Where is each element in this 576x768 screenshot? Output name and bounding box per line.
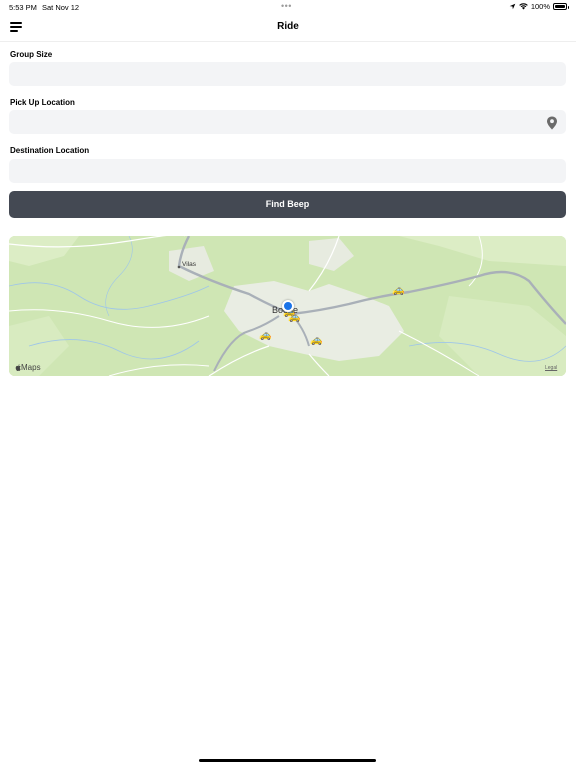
multitasking-dots-icon[interactable]: ••• [281, 1, 292, 11]
pickup-location-field[interactable] [9, 110, 566, 134]
battery-percent: 100% [530, 2, 550, 11]
nav-bar: Ride [0, 14, 576, 42]
page-title: Ride [277, 21, 299, 32]
destination-location-label: Destination Location [10, 146, 90, 155]
status-time: 5:53 PM [9, 3, 37, 12]
group-size-field[interactable] [9, 62, 566, 86]
location-pin-icon[interactable] [546, 116, 558, 130]
battery-icon [553, 3, 569, 10]
status-bar: 5:53 PM Sat Nov 12 ••• 100% [0, 0, 576, 14]
maps-attribution: Maps [15, 363, 41, 372]
wifi-icon [519, 3, 528, 10]
status-indicators: 100% [509, 2, 569, 11]
user-location-dot [282, 300, 294, 312]
legal-link[interactable]: Legal [545, 365, 557, 371]
find-beep-button[interactable]: Find Beep [9, 191, 566, 218]
maps-brand-label: Maps [21, 363, 41, 372]
group-size-label: Group Size [10, 50, 53, 59]
home-indicator[interactable] [199, 759, 376, 762]
map-label-vilas: Vilas [182, 261, 196, 268]
status-date: Sat Nov 12 [42, 3, 80, 12]
beep-car-icon[interactable]: 🚕 [310, 336, 322, 346]
destination-location-field[interactable] [9, 159, 566, 183]
beep-car-icon[interactable]: 🚕 [259, 331, 271, 341]
beep-car-icon[interactable]: 🚕 [392, 286, 404, 296]
location-arrow-icon [509, 3, 516, 10]
pickup-location-label: Pick Up Location [10, 98, 75, 107]
